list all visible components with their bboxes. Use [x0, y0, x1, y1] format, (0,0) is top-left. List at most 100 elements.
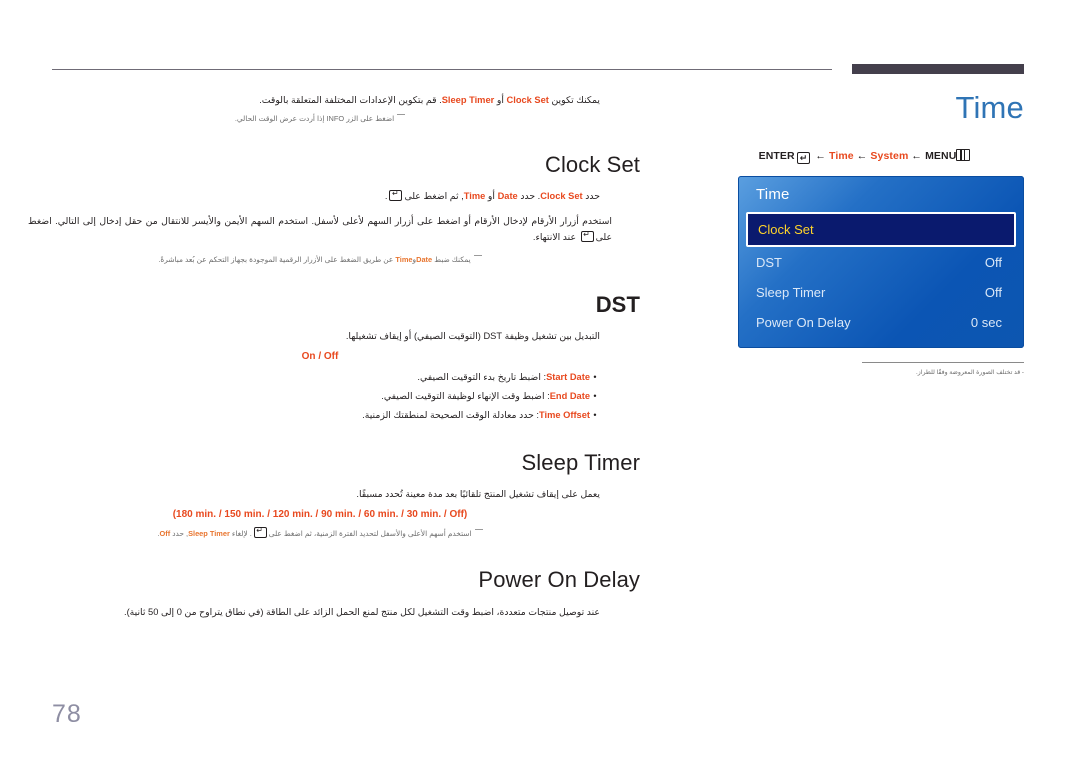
list-item: • Start Date: اضبط تاريخ بدء التوقيت الص… [40, 368, 600, 387]
breadcrumb-enter-label: ENTER [758, 150, 795, 162]
dst-desc-end-date: : اضبط وقت الإنهاء لوظيفة التوقيت الصيفي… [381, 391, 550, 402]
osd-menu-list: Clock Set DST Off Sleep Timer Off Power … [738, 212, 1024, 337]
intro-term-sleep-timer: Sleep Timer [441, 95, 495, 105]
osd-item-value: 0 sec [970, 314, 1002, 330]
cs-note-a: يمكنك ضبط [434, 254, 471, 264]
breadcrumb-item-system[interactable]: System [870, 150, 908, 162]
section-clock-set: Clock Set حدد Clock Set. حدد Date أو Tim… [0, 152, 640, 266]
breadcrumb-arrow-1: ← [815, 150, 826, 162]
dst-term-time-offset: Time Offset [539, 409, 590, 420]
cs-body-text: استخدم أزرار الأرقام لإدخال الأرقام أو ا… [28, 216, 612, 243]
dst-body: التبديل بين تشغيل وظيفة DST (التوقيت الص… [345, 331, 600, 342]
intro-block: يمكنك تكوين Clock Set أو Sleep Timer. قم… [0, 92, 640, 126]
breadcrumb-arrow-3: ← [911, 150, 923, 162]
osd-item-label: Clock Set [758, 222, 814, 237]
osd-item-dst[interactable]: DST Off [738, 247, 1024, 277]
osd-panel-note: ‏- قد تختلف الصورة المعروضة وفقًا للطراز… [862, 362, 1024, 377]
enter-key-icon [253, 526, 267, 539]
section-sleep-timer: Sleep Timer يعمل على إيقاف تشغيل المنتج … [0, 450, 640, 541]
dst-options: On / Off [301, 351, 339, 363]
cs-text-d: . [384, 190, 388, 201]
sleep-timer-body: يعمل على إيقاف تشغيل المنتج تلقائيًا بعد… [356, 489, 600, 500]
osd-note-rule [862, 362, 1024, 363]
osd-item-sleep-timer[interactable]: Sleep Timer Off [738, 277, 1024, 307]
breadcrumb-arrow-2: ← [856, 150, 868, 162]
manual-page: Time ENTER ↵ ← Time ← System ← MENU Time … [0, 0, 1080, 763]
section-heading: Power On Delay [478, 566, 640, 592]
bullet-content: End Date: اضبط وقت الإنهاء لوظيفة التوقي… [381, 387, 590, 405]
bullet-dot-icon: • [593, 372, 597, 383]
cs-note-term-time: Time [395, 254, 413, 264]
clock-set-body: استخدم أزرار الأرقام لإدخال الأرقام أو ا… [0, 213, 640, 246]
clock-set-line-1: حدد Clock Set. حدد Date أو Time, ثم اضغط… [0, 188, 640, 204]
section-power-on-delay: Power On Delay عند توصيل منتجات متعددة، … [0, 567, 640, 620]
cs-term-clock-set: Clock Set [540, 190, 583, 201]
header-accent-bar [852, 64, 1024, 74]
osd-item-clock-set[interactable]: Clock Set [746, 212, 1016, 247]
menu-grid-icon [956, 149, 971, 161]
st-note-off: Off [159, 529, 171, 539]
note-dash-icon [397, 114, 406, 116]
page-title: Time [955, 90, 1024, 125]
intro-line: يمكنك تكوين Clock Set أو Sleep Timer. قم… [0, 92, 640, 108]
cs-note-term-date: Date [416, 254, 433, 264]
cs-body-tail: عند الانتهاء. [532, 232, 577, 243]
osd-item-value: Off [984, 254, 1002, 270]
cs-text-c: , ثم اضغط على [404, 190, 464, 201]
page-number: 78 [52, 700, 82, 728]
breadcrumb-item-time[interactable]: Time [829, 150, 854, 162]
cs-text-b: . حدد [520, 190, 541, 201]
list-item: • Time Offset: حدد معادلة الوقت الصحيحة … [40, 406, 600, 425]
dst-term-start-date: Start Date [546, 372, 590, 383]
intro-text-b: . قم بتكوين الإعدادات المختلفة المتعلقة … [259, 95, 442, 105]
osd-item-value: Off [984, 284, 1002, 300]
dst-desc-start-date: : اضبط تاريخ بدء التوقيت الصيفي. [417, 372, 547, 383]
osd-menu-panel: Time Clock Set DST Off Sleep Timer Off P… [738, 176, 1024, 348]
power-on-delay-body: عند توصيل منتجات متعددة، اضبط وقت التشغي… [123, 606, 600, 617]
section-heading: Clock Set [544, 151, 640, 177]
header-rule [52, 69, 832, 70]
right-column: Time ENTER ↵ ← Time ← System ← MENU [700, 92, 1030, 164]
section-heading: Sleep Timer [521, 450, 640, 476]
intro-term-clock-set: Clock Set [506, 95, 549, 105]
osd-item-power-on-delay[interactable]: Power On Delay 0 sec [738, 307, 1024, 337]
bullet-content: Start Date: اضبط تاريخ بدء التوقيت الصيف… [417, 368, 590, 386]
osd-note-text: ‏- قد تختلف الصورة المعروضة وفقًا للطراز… [916, 369, 1024, 376]
osd-item-label: Power On Delay [756, 314, 851, 330]
dst-bullet-list: • Start Date: اضبط تاريخ بدء التوقيت الص… [0, 368, 640, 424]
dst-term-end-date: End Date [549, 391, 590, 402]
osd-item-label: DST [756, 254, 782, 270]
cs-text-or: أو [487, 190, 495, 201]
intro-note: اضغط على الزر INFO إذا أردت عرض الوقت ال… [0, 113, 640, 126]
cs-term-time: Time [463, 190, 486, 201]
enter-key-icon: ↵ [796, 152, 811, 164]
dst-desc-time-offset: : حدد معادلة الوقت الصحيحة لمنطقتك الزمن… [362, 409, 540, 420]
intro-text-a: يمكنك تكوين [551, 95, 600, 105]
bullet-content: Time Offset: حدد معادلة الوقت الصحيحة لم… [362, 406, 590, 424]
breadcrumb-menu-label: MENU [925, 150, 957, 162]
cs-note-b: عن طريق الضغط على الأزرار الرقمية الموجو… [158, 254, 394, 264]
sleep-timer-note: استخدم أسهم الأعلى والأسفل لتحديد الفترة… [0, 526, 640, 541]
list-item: • End Date: اضبط وقت الإنهاء لوظيفة التو… [40, 387, 600, 406]
enter-key-icon [389, 189, 403, 201]
section-dst: DST التبديل بين تشغيل وظيفة DST (التوقيت… [0, 292, 640, 424]
cs-term-date: Date [497, 190, 518, 201]
intro-text-or: أو [496, 95, 504, 105]
note-dash-icon [473, 254, 482, 256]
bullet-dot-icon: • [593, 391, 597, 402]
enter-key-icon [580, 230, 594, 243]
intro-note-text: اضغط على الزر INFO إذا أردت عرض الوقت ال… [234, 114, 395, 124]
st-note-c: , حدد [172, 529, 189, 539]
osd-title: Time [756, 186, 790, 203]
st-note-a: استخدم أسهم الأعلى والأسفل لتحديد الفترة… [268, 529, 472, 539]
section-heading: DST [595, 292, 640, 318]
osd-item-label: Sleep Timer [756, 284, 826, 300]
note-dash-icon [474, 529, 483, 531]
st-note-term: Sleep Timer [188, 529, 230, 539]
st-note-b: . لإلغاء [231, 529, 252, 539]
sleep-timer-options: (180 min. / 150 min. / 120 min. / 90 min… [172, 509, 468, 521]
bullet-dot-icon: • [593, 409, 597, 420]
breadcrumb: ENTER ↵ ← Time ← System ← MENU [700, 149, 1030, 164]
main-content: يمكنك تكوين Clock Set أو Sleep Timer. قم… [0, 92, 640, 620]
cs-text-a: حدد [585, 190, 600, 201]
